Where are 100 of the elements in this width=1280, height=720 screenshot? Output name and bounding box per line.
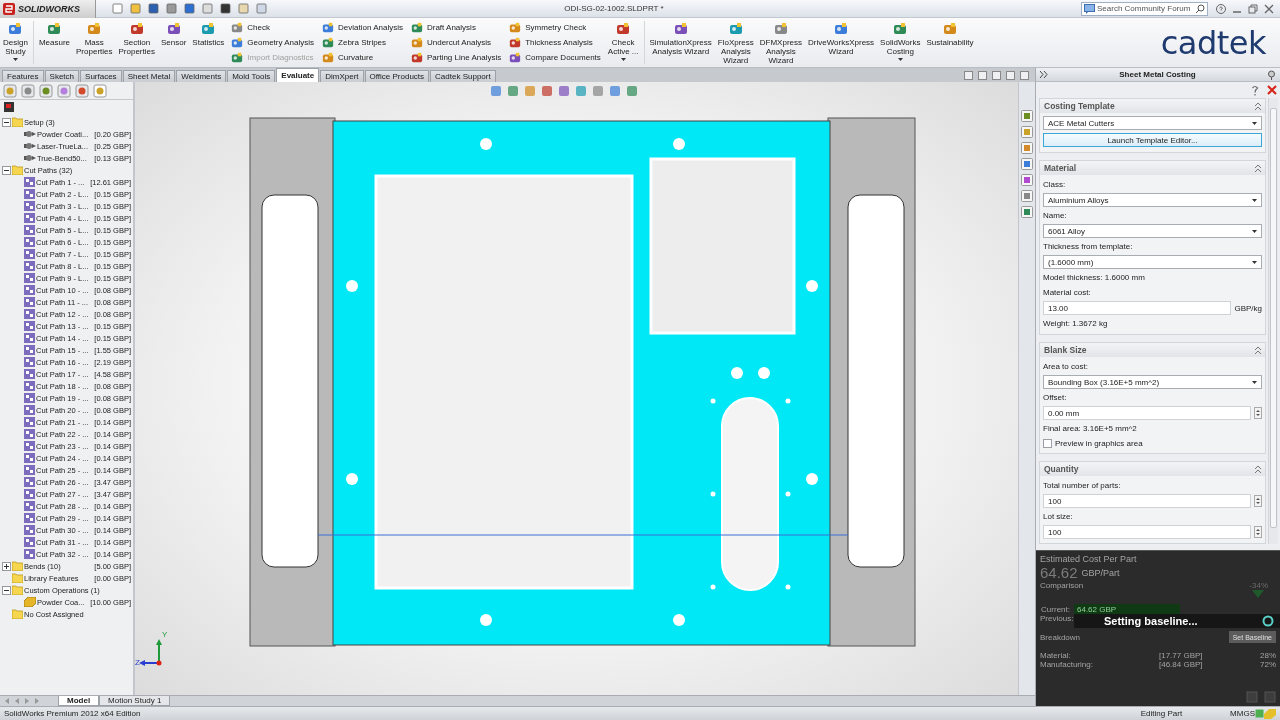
ribbon-button[interactable]: Zebra Stripes [322,36,403,49]
ribbon-button[interactable]: Deviation Analysis [322,21,403,34]
cut-path-icon [24,537,35,547]
tool-icon [616,22,631,36]
command-tab[interactable]: DimXpert [320,70,364,82]
ribbon-button[interactable]: Parting Line Analysis [410,51,502,64]
plug-icon [24,129,36,139]
spinner-icon[interactable] [1254,495,1262,507]
ribbon-button[interactable]: DriveWorksXpress Wizard [805,18,878,67]
task-pane-icon[interactable] [1021,126,1033,138]
command-tab[interactable]: Cadtek Support [430,70,496,82]
expander-icon[interactable] [2,117,11,127]
expander-icon[interactable] [2,585,11,595]
spinner-icon[interactable] [1254,407,1262,419]
dropdown[interactable]: 6061 Alloy [1043,224,1262,238]
panel-tab-icon[interactable] [39,83,53,98]
input-field[interactable]: 13.00 [1043,301,1232,315]
task-pane-icon[interactable] [1021,158,1033,170]
ribbon-button[interactable]: Compare Documents [509,51,601,64]
task-pane-icon[interactable] [1021,174,1033,186]
cut-path-icon [24,189,35,199]
input-field[interactable]: 100 [1043,494,1251,508]
cut-path-icon [24,345,35,355]
input-field[interactable]: 100 [1043,525,1251,539]
collapse-icon[interactable] [1255,102,1261,110]
ribbon-button[interactable]: Statistics [189,18,228,67]
command-tab[interactable]: Sheet Metal [122,70,176,82]
ribbon-button[interactable]: Undercut Analysis [410,36,502,49]
dropdown[interactable]: ACE Metal Cutters [1043,116,1262,130]
command-tab[interactable]: Surfaces [80,70,122,82]
command-tab[interactable]: Features [2,70,44,82]
dropdown[interactable]: Aluminium Alloys [1043,193,1262,207]
expander-icon[interactable] [2,165,11,175]
pin-icon[interactable] [1267,69,1276,80]
checkbox[interactable] [1043,438,1052,448]
ribbon-button[interactable]: Sensor [157,18,190,67]
spinner-icon[interactable] [1254,526,1262,538]
ribbon-button[interactable]: SolidWorks Costing [877,18,924,67]
ribbon-button[interactable]: Measure [35,18,74,67]
panel-tab-icon[interactable] [75,83,89,98]
tool-icon [509,51,522,64]
expand-icon[interactable] [1040,71,1048,78]
ribbon-button[interactable]: Symmetry Check [509,21,601,34]
breakdown-cost: [46.84 GBP] [1159,660,1203,669]
search-icon[interactable] [1195,3,1205,14]
ribbon-button[interactable]: Sustainability [923,18,977,67]
change-value: -34% [1249,581,1268,590]
cut-path-icon [24,405,35,415]
command-tab[interactable]: Sketch [44,70,80,82]
task-pane-icon[interactable] [1021,190,1033,202]
input-field[interactable]: 0.00 mm [1043,406,1251,420]
cut-path-icon [24,249,35,259]
command-tab[interactable]: Weldments [176,70,227,82]
caret-icon [1252,260,1257,264]
breakdown-item: Manufacturing: [1040,660,1094,669]
caret-icon [620,58,626,61]
ribbon-button[interactable]: Check [231,21,315,34]
panel-title: Sheet Metal Costing [1118,70,1197,79]
scrollbar[interactable] [1268,98,1278,544]
ribbon-button[interactable]: Section Properties [115,18,158,67]
expander-icon[interactable] [2,561,11,571]
ribbon-button[interactable]: Design Study [0,18,31,67]
cut-path-icon [24,297,35,307]
tool-icon [943,22,957,36]
plug-icon [24,153,36,163]
ribbon-button[interactable]: Draft Analysis [410,21,502,34]
caret-icon [1252,198,1257,202]
collapse-icon[interactable] [1255,346,1261,354]
ribbon-button[interactable]: Curvature [322,51,403,64]
task-pane-icon[interactable] [1021,110,1033,122]
panel-tab-icon[interactable] [3,83,17,98]
ribbon-button[interactable]: DFMXpress Analysis Wizard [756,18,805,67]
ribbon-button[interactable]: Mass Properties [73,18,116,67]
ribbon-button[interactable]: Check Active ... [604,18,642,67]
command-tab[interactable]: Evaluate [276,68,320,82]
collapse-icon[interactable] [1255,164,1261,172]
caret-icon [897,58,903,61]
field-label: Material cost: [1043,287,1092,299]
launch-button[interactable]: Launch Template Editor... [1043,133,1262,147]
panel-tab-icon[interactable] [57,83,71,98]
dropdown[interactable]: Bounding Box (3.16E+5 mm^2) [1043,375,1262,389]
ribbon-button[interactable]: SimulationXpress Analysis Wizard [646,18,715,67]
cut-path-icon [24,429,35,439]
panel-tab-icon[interactable] [21,83,35,98]
ribbon-button[interactable]: Geometry Analysis [231,36,315,49]
dropdown[interactable]: (1.6000 mm) [1043,255,1262,269]
command-tab[interactable]: Mold Tools [227,70,276,82]
collapse-icon[interactable] [1255,465,1261,473]
cut-path-icon [24,393,35,403]
ribbon-button[interactable]: FloXpress Analysis Wizard [714,18,757,67]
search-field[interactable]: Search Community Forum [1081,1,1208,16]
tool-icon [893,22,908,36]
comparison-label: Comparison [1040,581,1084,590]
command-tab[interactable]: Office Products [364,70,430,82]
tool-icon [322,21,335,34]
task-pane-icon[interactable] [1021,142,1033,154]
units-label[interactable]: MMGS [1230,709,1255,718]
panel-tab-icon[interactable] [93,83,107,98]
task-pane-icon[interactable] [1021,206,1033,218]
ribbon-button[interactable]: Thickness Analysis [509,36,601,49]
